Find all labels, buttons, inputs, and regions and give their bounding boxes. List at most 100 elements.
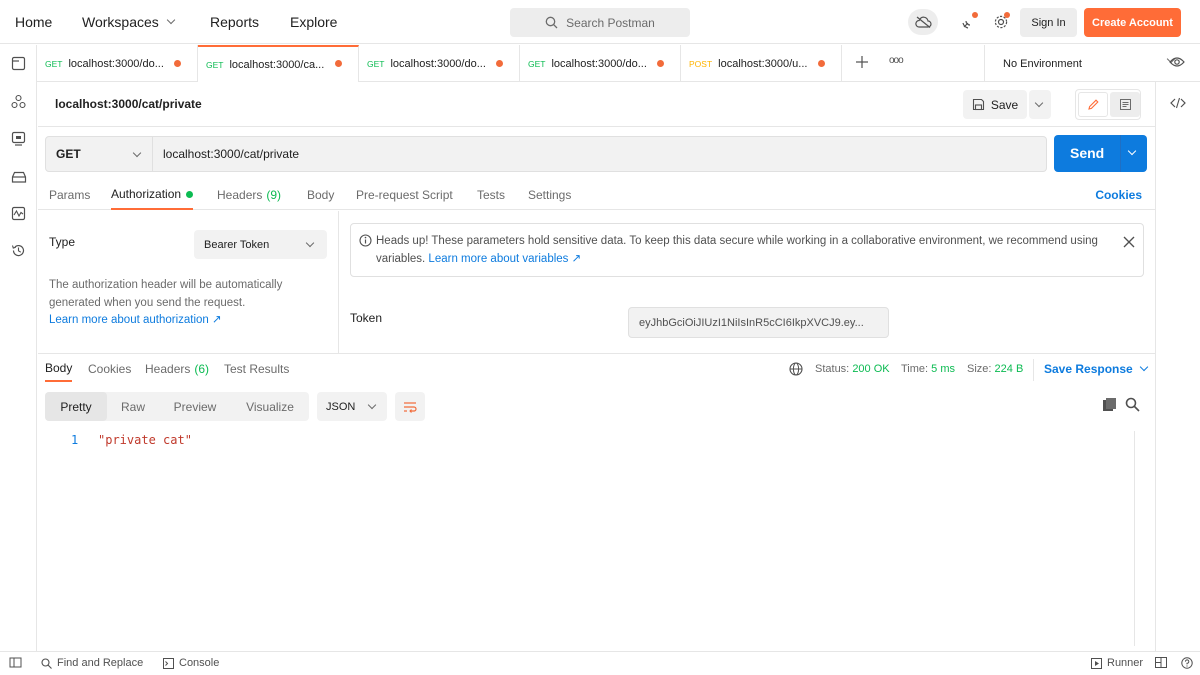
response-tab-headers[interactable]: Headers (6) bbox=[145, 356, 209, 382]
save-response-button[interactable]: Save Response bbox=[1044, 362, 1148, 376]
response-view-toggle: Pretty Raw Preview Visualize bbox=[45, 392, 309, 421]
view-visualize[interactable]: Visualize bbox=[231, 392, 309, 421]
response-body-line[interactable]: "private cat" bbox=[98, 433, 192, 447]
plus-icon bbox=[856, 56, 868, 68]
code-snippet-button[interactable] bbox=[1170, 97, 1186, 112]
chevron-down-icon bbox=[367, 400, 377, 410]
chevron-down-icon bbox=[1034, 98, 1044, 108]
unsaved-dot bbox=[657, 60, 664, 67]
new-tab-button[interactable] bbox=[855, 55, 869, 69]
environment-selector[interactable]: No Environment bbox=[984, 45, 1190, 82]
tab-body[interactable]: Body bbox=[307, 180, 334, 210]
response-time: Time: 5 ms bbox=[901, 363, 955, 375]
search-icon bbox=[41, 657, 52, 669]
learn-more-authorization-link[interactable]: Learn more about authorization ↗ bbox=[49, 312, 222, 326]
collections-icon[interactable] bbox=[10, 55, 27, 72]
nav-home[interactable]: Home bbox=[15, 0, 52, 44]
response-headers-count: (6) bbox=[194, 362, 210, 376]
toggle-sidebar-button[interactable] bbox=[9, 657, 27, 668]
nav-workspaces[interactable]: Workspaces bbox=[82, 0, 176, 44]
tab-settings[interactable]: Settings bbox=[528, 180, 571, 210]
history-icon[interactable] bbox=[10, 242, 27, 259]
runner-label: Runner bbox=[1107, 657, 1144, 669]
tab-tests[interactable]: Tests bbox=[477, 180, 505, 210]
size-label: Size: bbox=[967, 363, 992, 375]
sync-status-button[interactable] bbox=[908, 9, 938, 35]
mock-servers-icon[interactable] bbox=[10, 168, 27, 185]
time-value[interactable]: 5 ms bbox=[931, 363, 955, 375]
wrap-lines-button[interactable] bbox=[395, 392, 425, 421]
runner-icon bbox=[1091, 657, 1102, 669]
request-tab-active[interactable]: GET localhost:3000/ca... bbox=[198, 45, 359, 82]
url-input[interactable]: localhost:3000/cat/private bbox=[153, 136, 1047, 172]
tab-pre-request-script[interactable]: Pre-request Script bbox=[356, 180, 453, 210]
sign-in-button[interactable]: Sign In bbox=[1020, 8, 1077, 37]
unsaved-dot bbox=[174, 60, 181, 67]
help-button[interactable] bbox=[1181, 657, 1198, 669]
request-tab[interactable]: POST localhost:3000/u... bbox=[681, 45, 842, 82]
edit-mode-button[interactable] bbox=[1078, 92, 1108, 117]
active-dot bbox=[186, 190, 194, 198]
divider bbox=[1033, 359, 1034, 381]
response-tab-cookies[interactable]: Cookies bbox=[88, 356, 131, 382]
nav-reports[interactable]: Reports bbox=[210, 0, 259, 44]
request-tab[interactable]: GET localhost:3000/do... bbox=[359, 45, 520, 82]
method-select[interactable]: GET bbox=[45, 136, 153, 172]
apis-icon[interactable] bbox=[10, 93, 27, 110]
cookies-link[interactable]: Cookies bbox=[1095, 180, 1142, 210]
line-number: 1 bbox=[71, 433, 79, 447]
auth-type-select[interactable]: Bearer Token bbox=[194, 230, 327, 259]
request-tab[interactable]: GET localhost:3000/do... bbox=[37, 45, 198, 82]
monitors-icon[interactable] bbox=[10, 205, 27, 222]
send-button[interactable]: Send bbox=[1054, 135, 1147, 172]
response-format-select[interactable]: JSON bbox=[317, 392, 387, 421]
search-bar[interactable]: Search Postman bbox=[510, 8, 690, 37]
console-button[interactable]: Console bbox=[163, 657, 219, 669]
tab-authorization[interactable]: Authorization bbox=[111, 180, 194, 210]
more-tabs-button[interactable]: ooo bbox=[889, 55, 904, 66]
globe-icon[interactable] bbox=[789, 362, 803, 376]
learn-more-variables-link[interactable]: Learn more about variables ↗ bbox=[428, 253, 581, 265]
response-tab-body[interactable]: Body bbox=[45, 356, 73, 382]
save-label: Save bbox=[990, 97, 1019, 112]
request-tab[interactable]: GET localhost:3000/do... bbox=[520, 45, 681, 82]
chevron-down-icon[interactable] bbox=[1127, 146, 1137, 156]
create-account-button[interactable]: Create Account bbox=[1084, 8, 1181, 37]
cloud-off-icon bbox=[914, 16, 932, 28]
request-tab-strip: GET localhost:3000/do... GET localhost:3… bbox=[37, 45, 1200, 82]
info-icon bbox=[359, 234, 372, 247]
satellite-button[interactable] bbox=[958, 11, 980, 33]
status-value[interactable]: 200 OK bbox=[852, 363, 889, 375]
find-replace-button[interactable]: Find and Replace bbox=[41, 657, 143, 669]
unsaved-dot bbox=[818, 60, 825, 67]
environments-icon[interactable] bbox=[10, 130, 27, 147]
copy-icon[interactable] bbox=[1102, 397, 1117, 412]
documentation-mode-button[interactable] bbox=[1110, 92, 1140, 117]
nav-explore[interactable]: Explore bbox=[290, 0, 337, 44]
view-pretty[interactable]: Pretty bbox=[45, 392, 107, 421]
method-badge: GET bbox=[45, 58, 63, 69]
size-value[interactable]: 224 B bbox=[995, 363, 1024, 375]
close-icon[interactable] bbox=[1123, 236, 1135, 248]
environment-label: No Environment bbox=[1003, 57, 1082, 70]
token-input[interactable]: eyJhbGciOiJIUzI1NiIsInR5cCI6IkpXVCJ9.ey.… bbox=[628, 307, 889, 338]
tab-params[interactable]: Params bbox=[49, 180, 90, 210]
two-pane-view-button[interactable] bbox=[1155, 657, 1172, 668]
save-button[interactable]: Save bbox=[963, 90, 1027, 119]
console-icon bbox=[163, 657, 174, 669]
search-icon[interactable] bbox=[1125, 397, 1140, 412]
right-sidebar bbox=[1155, 82, 1200, 651]
view-raw[interactable]: Raw bbox=[107, 392, 159, 421]
status-label: Status: bbox=[815, 363, 850, 375]
tab-headers[interactable]: Headers (9) bbox=[217, 180, 281, 210]
divider bbox=[1120, 135, 1121, 172]
view-preview[interactable]: Preview bbox=[159, 392, 231, 421]
tab-authorization-label: Authorization bbox=[111, 187, 182, 201]
scrollbar[interactable] bbox=[1134, 431, 1147, 646]
request-config-tabs: Params Authorization Headers (9) Body Pr… bbox=[38, 180, 1155, 210]
environment-quick-look-button[interactable] bbox=[1169, 56, 1185, 71]
response-tab-test-results[interactable]: Test Results bbox=[224, 356, 289, 382]
save-options-button[interactable] bbox=[1029, 90, 1051, 119]
runner-button[interactable]: Runner bbox=[1091, 657, 1143, 669]
settings-button[interactable] bbox=[990, 11, 1012, 33]
